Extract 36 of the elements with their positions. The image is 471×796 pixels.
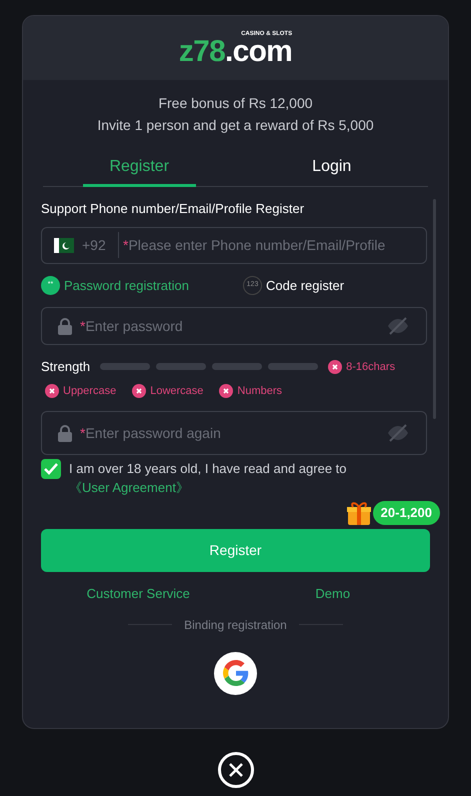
binding-label: Binding registration — [184, 616, 287, 634]
tab[interactable]: Register — [43, 148, 236, 186]
password-placeholder: *Enter password — [80, 316, 184, 336]
password-rule: 8-16chars — [346, 360, 396, 374]
close-button[interactable] — [218, 752, 254, 788]
google-icon — [222, 660, 248, 686]
flag-icon — [54, 238, 74, 253]
strength-segment — [268, 363, 318, 370]
account-field[interactable]: +92 *Please enter Phone number/Email/Profile — [41, 226, 427, 264]
agreement-checkbox[interactable] — [41, 459, 61, 479]
account-placeholder: *Please enter Phone number/Email/Profile — [123, 236, 386, 255]
country-code[interactable]: +92 — [82, 234, 118, 256]
confirm-password-field[interactable]: *Enter password again — [41, 411, 427, 455]
strength-segment — [212, 363, 262, 370]
strength-segment — [156, 363, 206, 370]
user-agreement-link[interactable]: 《User Agreement》 — [69, 480, 189, 495]
password-field[interactable]: *Enter password — [41, 307, 427, 345]
gift-icon — [344, 499, 373, 527]
close-icon — [228, 763, 242, 777]
form-heading: Support Phone number/Email/Profile Register — [41, 200, 306, 218]
strength-label: Strength — [41, 358, 90, 376]
footer-link[interactable]: Demo — [315, 584, 350, 604]
password-rule: Numbers — [237, 384, 282, 398]
password-rule: Lowercase — [150, 384, 204, 398]
agreement-text: I am over 18 years old, I have read and agree to 《User Agreement》 — [69, 460, 348, 497]
reward-badge: 20-1,200 — [372, 501, 440, 525]
lock-icon — [58, 424, 72, 442]
google-button[interactable] — [214, 652, 257, 694]
bonus-text: Invite 1 person and get a reward of Rs 5,000 — [97, 116, 374, 135]
password-rule: Uppercase — [63, 384, 116, 398]
tab[interactable]: Login — [236, 148, 428, 186]
footer-link[interactable]: Customer Service — [86, 584, 190, 604]
lock-icon — [58, 318, 72, 335]
bonus-text: Free bonus of Rs 12,000 — [158, 94, 313, 113]
confirm-password-placeholder: *Enter password again — [80, 424, 222, 443]
strength-segment — [100, 363, 150, 370]
